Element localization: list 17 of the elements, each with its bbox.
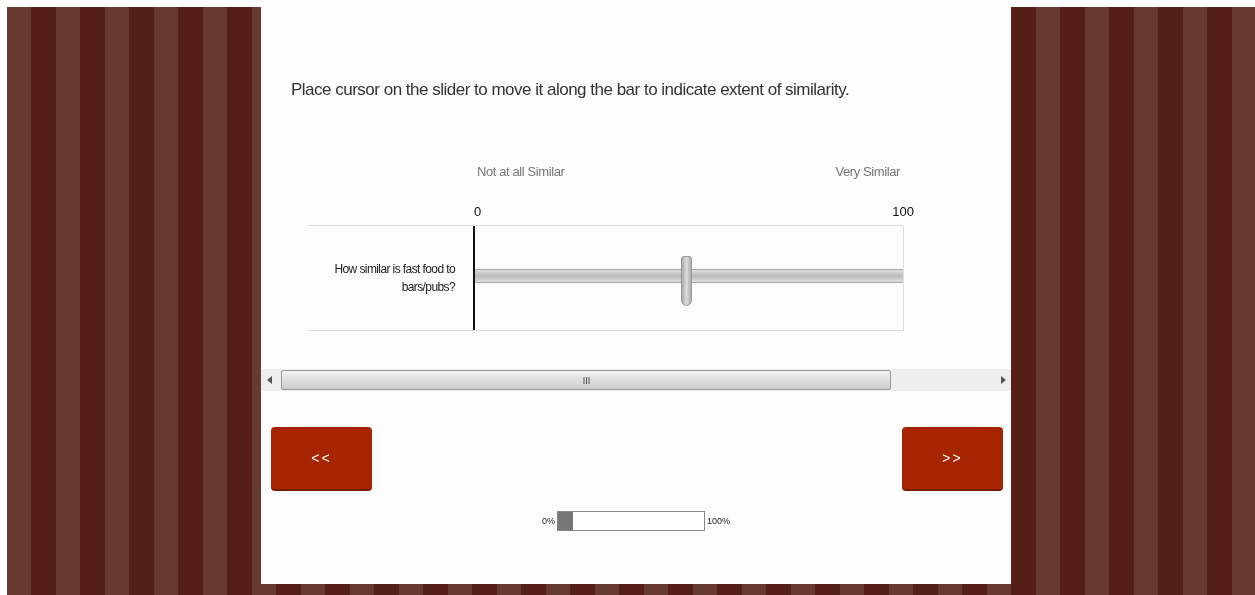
next-button[interactable]: >> <box>902 427 1003 491</box>
scale-max: 100 <box>892 204 914 219</box>
scroll-right-icon[interactable] <box>1000 376 1006 384</box>
grip-icon <box>582 376 590 384</box>
slider-thumb[interactable] <box>680 256 692 306</box>
progress-end-label: 100% <box>707 516 730 526</box>
scrollbar-thumb[interactable] <box>281 370 891 390</box>
slider-track[interactable] <box>473 226 903 330</box>
question-text: How similar is fast food to bars/pubs? <box>333 261 457 296</box>
progress-start-label: 0% <box>541 516 555 526</box>
scale-left-label: Not at all Similar <box>477 164 565 179</box>
scale-min: 0 <box>474 204 482 219</box>
scroll-left-icon[interactable] <box>267 376 273 384</box>
back-button[interactable]: << <box>271 427 372 491</box>
horizontal-scrollbar[interactable] <box>261 369 1011 391</box>
scale-right-label: Very Similar <box>835 164 900 179</box>
instruction-text: Place cursor on the slider to move it along the bar to indicate extent of similarity. <box>291 80 851 100</box>
